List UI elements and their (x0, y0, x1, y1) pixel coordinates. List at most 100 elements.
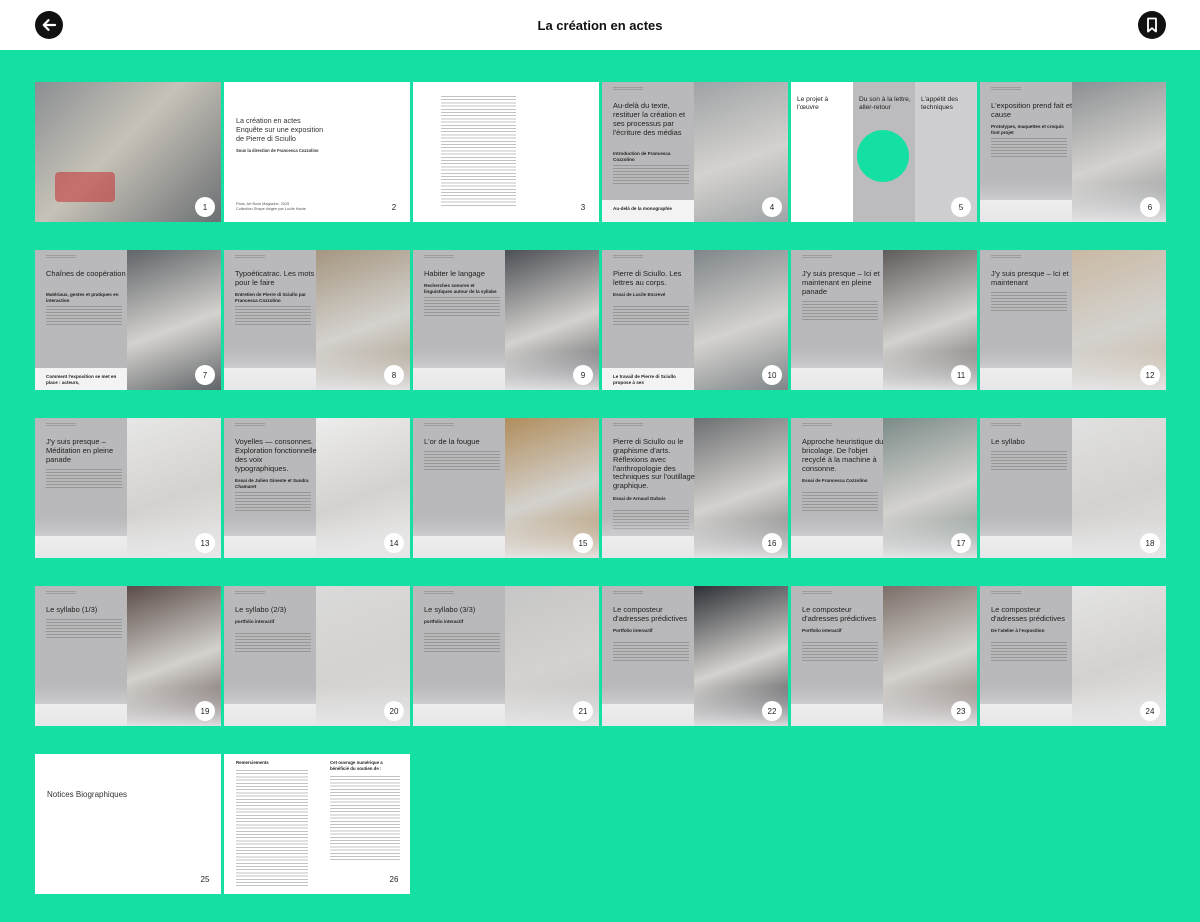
chapter-heading: Habiter le langage (424, 269, 485, 278)
page-meta (235, 423, 265, 427)
page-number-badge: 23 (951, 701, 971, 721)
bookmark-button[interactable] (1138, 11, 1166, 39)
page-meta (991, 591, 1021, 595)
top-bar: La création en actes (0, 0, 1200, 50)
bottom-fade (980, 350, 1166, 390)
page-number-badge: 1 (195, 197, 215, 217)
page-thumbnail[interactable]: Le composteur d'adresses prédictives Port… (602, 586, 788, 726)
chapter-heading: J'y suis presque – Ici et maintenant en … (802, 269, 880, 296)
bottom-fade (413, 350, 599, 390)
chapter-subtitle: Portfolio interactif (802, 628, 842, 633)
credits-right-title: Cet ouvrage numérique a bénéficié du sou… (330, 760, 383, 771)
bottom-fade (791, 518, 977, 558)
chapter-subtitle: portfolio interactif (235, 619, 275, 624)
page-meta (613, 591, 643, 595)
chapter-heading: Le syllabo (2/3) (235, 605, 287, 614)
page-meta (613, 255, 643, 259)
page-thumbnail[interactable]: Le composteur d'adresses prédictives Port… (791, 586, 977, 726)
body-text-lines (802, 301, 878, 321)
body-text-lines (802, 492, 878, 512)
body-text-lines (235, 633, 311, 653)
page-number-badge: 6 (1140, 197, 1160, 217)
page-number-badge: 11 (951, 365, 971, 385)
bottom-heading: Au-delà de la monographie (613, 206, 672, 211)
column-heading: Le projet à l'œuvre (797, 96, 829, 111)
bottom-fade (413, 686, 599, 726)
page-number-badge: 21 (573, 701, 593, 721)
page-thumbnail[interactable]: L'or de la fougue 15 (413, 418, 599, 558)
page-number-badge: 10 (762, 365, 782, 385)
body-text-lines (613, 165, 689, 185)
body-text-lines (613, 642, 689, 662)
page-thumbnail[interactable]: 3 (413, 82, 599, 222)
chapter-subtitle: De l'atelier à l'exposition (991, 628, 1045, 633)
chapter-subtitle: Introduction de Francesca Cozzolino (613, 151, 671, 162)
page-thumbnail[interactable]: Approche heuristique du bricolage. De l'… (791, 418, 977, 558)
page-thumbnail[interactable]: J'y suis presque – Ici et maintenant 12 (980, 250, 1166, 390)
chapter-heading: Voyelles — consonnes. Exploration foncti… (235, 437, 317, 473)
chapter-heading: L'or de la fougue (424, 437, 480, 446)
page-thumbnail[interactable]: Notices Biographiques 25 (35, 754, 221, 894)
chapter-heading: Le composteur d'adresses prédictives (991, 605, 1065, 623)
photo-accent (55, 172, 115, 202)
page-thumbnail[interactable]: Le syllabo (2/3) portfolio interactif 20 (224, 586, 410, 726)
chapter-subtitle: Essai de Arnaud Dubois (613, 496, 666, 501)
page-thumbnail[interactable]: Voyelles — consonnes. Exploration foncti… (224, 418, 410, 558)
page-meta (235, 591, 265, 595)
page-thumbnail[interactable]: Le syllabo (3/3) portfolio interactif 21 (413, 586, 599, 726)
chapter-heading: Au-delà du texte, restituer la création … (613, 101, 686, 137)
page-number-badge: 2 (384, 197, 404, 217)
column-heading: Du son à la lettre, aller-retour (859, 96, 911, 111)
page-meta (424, 423, 454, 427)
chapter-heading: Approche heuristique du bricolage. De l'… (802, 437, 884, 473)
page-thumbnail[interactable]: J'y suis presque – Ici et maintenant en … (791, 250, 977, 390)
page-thumbnail[interactable]: Remerciements Cet ouvrage numérique a bén… (224, 754, 410, 894)
page-number-badge: 12 (1140, 365, 1160, 385)
chapter-heading: L'exposition prend fait et cause (991, 101, 1073, 119)
chapter-heading: Chaînes de coopération (46, 269, 126, 278)
chapter-subtitle: Portfolio interactif (613, 628, 653, 633)
page-thumbnail[interactable]: Le syllabo 18 (980, 418, 1166, 558)
chapter-heading: Pierre di Sciullo. Les lettres au corps. (613, 269, 682, 287)
page-title: La création en actes (537, 17, 663, 33)
bottom-fade (413, 518, 599, 558)
bottom-fade (980, 182, 1166, 222)
page-thumbnail[interactable]: Le projet à l'œuvre Du son à la lettre, a… (791, 82, 977, 222)
page-number-badge: 15 (573, 533, 593, 553)
back-button[interactable] (35, 11, 63, 39)
page-thumbnail[interactable]: 1 (35, 82, 221, 222)
page-number-badge: 20 (384, 701, 404, 721)
page-number-badge: 22 (762, 701, 782, 721)
page-thumbnail[interactable]: L'exposition prend fait et cause Prototyp… (980, 82, 1166, 222)
page-thumbnail[interactable]: Pierre di Sciullo. Les lettres au corps.… (602, 250, 788, 390)
chapter-heading: Typoéticatrac. Les mots pour le faire (235, 269, 315, 287)
page-number-badge: 13 (195, 533, 215, 553)
page-number-badge: 5 (951, 197, 971, 217)
page-thumbnail[interactable]: Chaînes de coopération Matériaux, gestes … (35, 250, 221, 390)
page-number-badge: 9 (573, 365, 593, 385)
page-thumbnail[interactable]: Le syllabo (1/3) 19 (35, 586, 221, 726)
credits-text (236, 770, 308, 888)
book-editor: Sous la direction de Francesca Cozzolino (236, 148, 319, 153)
chapter-heading: Le composteur d'adresses prédictives (613, 605, 687, 623)
body-text-lines (991, 138, 1067, 158)
page-thumbnail[interactable]: Le composteur d'adresses prédictives De l… (980, 586, 1166, 726)
page-meta (235, 255, 265, 259)
chapter-subtitle: Prototypes, maquettes et croquis font pr… (991, 124, 1064, 135)
page-thumbnail[interactable]: Habiter le langage Recherches sonores et … (413, 250, 599, 390)
page-number-badge: 14 (384, 533, 404, 553)
page-number-badge: 24 (1140, 701, 1160, 721)
chapter-subtitle: Essai de Francesca Cozzolino (802, 478, 868, 483)
page-thumbnail[interactable]: J'y suis presque – Méditation en pleine … (35, 418, 221, 558)
body-text-lines (46, 469, 122, 489)
body-text-lines (235, 492, 311, 512)
page-thumbnail[interactable]: Au-delà du texte, restituer la création … (602, 82, 788, 222)
body-text-lines (991, 642, 1067, 662)
body-text-lines (46, 306, 122, 326)
page-thumbnail[interactable]: Typoéticatrac. Les mots pour le faire Ent… (224, 250, 410, 390)
page-thumbnail[interactable]: La création en actes Enquête sur une exp… (224, 82, 410, 222)
text-column (441, 96, 516, 206)
arrow-left-icon (42, 19, 57, 31)
page-thumbnail[interactable]: Pierre di Sciullo ou le graphisme d'arts… (602, 418, 788, 558)
page-meta (991, 423, 1021, 427)
